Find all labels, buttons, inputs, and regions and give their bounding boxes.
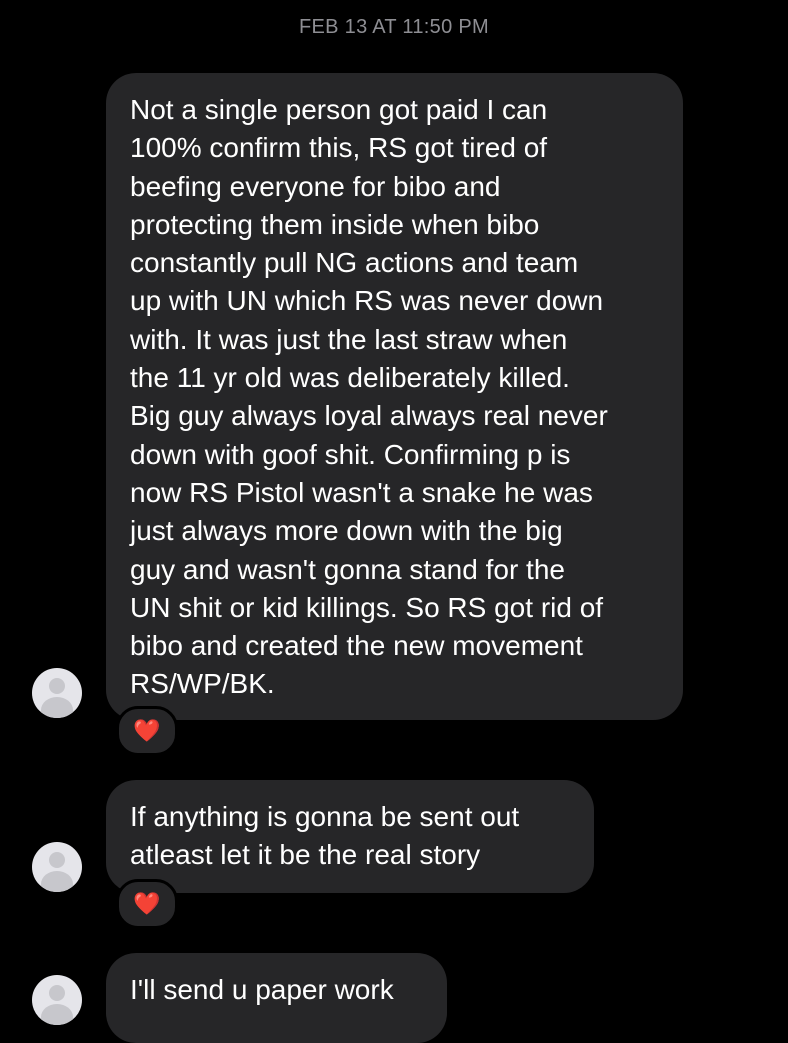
heart-icon: ❤️ xyxy=(133,891,161,916)
sender-avatar-icon[interactable] xyxy=(32,975,82,1025)
sender-avatar-icon[interactable] xyxy=(32,842,82,892)
sender-avatar-icon[interactable] xyxy=(32,668,82,718)
heart-reaction[interactable]: ❤️ xyxy=(116,879,178,929)
message-bubble[interactable]: I'll send u paper work xyxy=(106,953,447,1043)
message-bubble[interactable]: Not a single person got paid I can 100% … xyxy=(106,73,683,720)
heart-icon: ❤️ xyxy=(133,718,161,743)
heart-reaction[interactable]: ❤️ xyxy=(116,706,178,756)
message-timestamp: FEB 13 AT 11:50 PM xyxy=(299,16,489,38)
message-bubble[interactable]: If anything is gonna be sent out atleast… xyxy=(106,780,594,893)
